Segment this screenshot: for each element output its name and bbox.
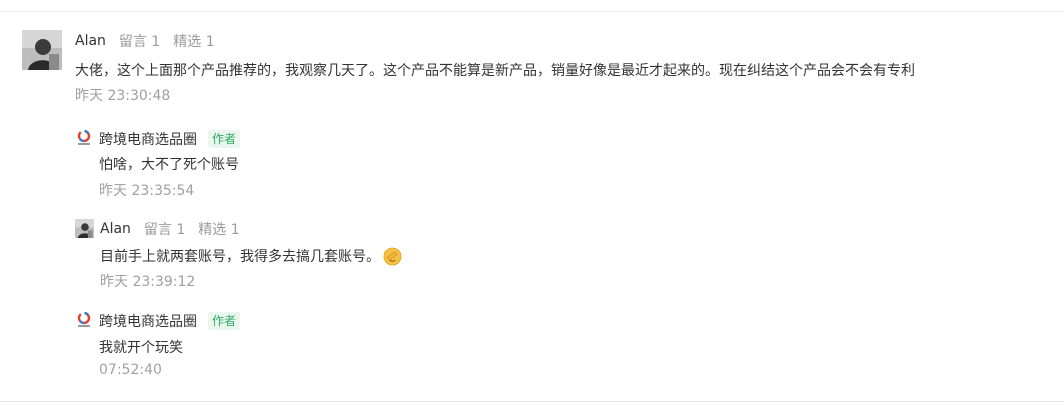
author-name[interactable]: 跨境电商选品圈	[99, 311, 197, 331]
reply-text: 怕啥，大不了死个账号	[99, 154, 239, 174]
author-name[interactable]: 跨境电商选品圈	[99, 129, 197, 149]
avatar[interactable]	[22, 30, 62, 70]
reply-meta: Alan 留言 1 精选 1	[100, 219, 240, 239]
featured-count: 精选 1	[173, 34, 215, 50]
author-name[interactable]: Alan	[75, 33, 106, 49]
comments-panel: Alan 留言 1 精选 1 大佬，这个上面那个产品推荐的，我观察几天了。这个产…	[0, 0, 1064, 413]
replies-count: 留言 1	[118, 34, 161, 50]
reply-text-body: 目前手上就两套账号，我得多去搞几套账号。	[100, 249, 380, 265]
author-badge: 作者	[208, 312, 241, 330]
reply-time: 昨天 23:35:54	[99, 183, 195, 199]
author-badge: 作者	[208, 130, 241, 148]
reply-meta: 跨境电商选品圈 作者	[99, 311, 241, 331]
brand-logo-icon	[75, 129, 93, 147]
reply-text-body: 我就开个玩笑	[99, 340, 183, 356]
brand-logo-icon	[75, 311, 93, 329]
reply-time: 昨天 23:39:12	[100, 274, 196, 290]
featured-count: 精选 1	[198, 222, 240, 238]
author-name[interactable]: Alan	[100, 221, 131, 237]
reply-text: 我就开个玩笑	[99, 337, 183, 357]
avatar[interactable]	[75, 219, 94, 238]
comment-meta: Alan 留言 1 精选 1	[75, 31, 215, 51]
reply-text: 目前手上就两套账号，我得多去搞几套账号。	[100, 246, 402, 266]
comment-text-body: 大佬，这个上面那个产品推荐的，我观察几天了。这个产品不能算是新产品，销量好像是最…	[75, 63, 915, 79]
reply-text-body: 怕啥，大不了死个账号	[99, 157, 239, 173]
comment-text: 大佬，这个上面那个产品推荐的，我观察几天了。这个产品不能算是新产品，销量好像是最…	[75, 60, 915, 80]
top-divider	[0, 11, 1064, 12]
facepalm-emoji-icon	[383, 247, 402, 266]
bottom-divider	[0, 401, 1064, 402]
reply-meta: 跨境电商选品圈 作者	[99, 129, 241, 149]
reply-time: 07:52:40	[99, 362, 162, 378]
comment-time: 昨天 23:30:48	[75, 88, 171, 104]
replies-count: 留言 1	[143, 222, 186, 238]
